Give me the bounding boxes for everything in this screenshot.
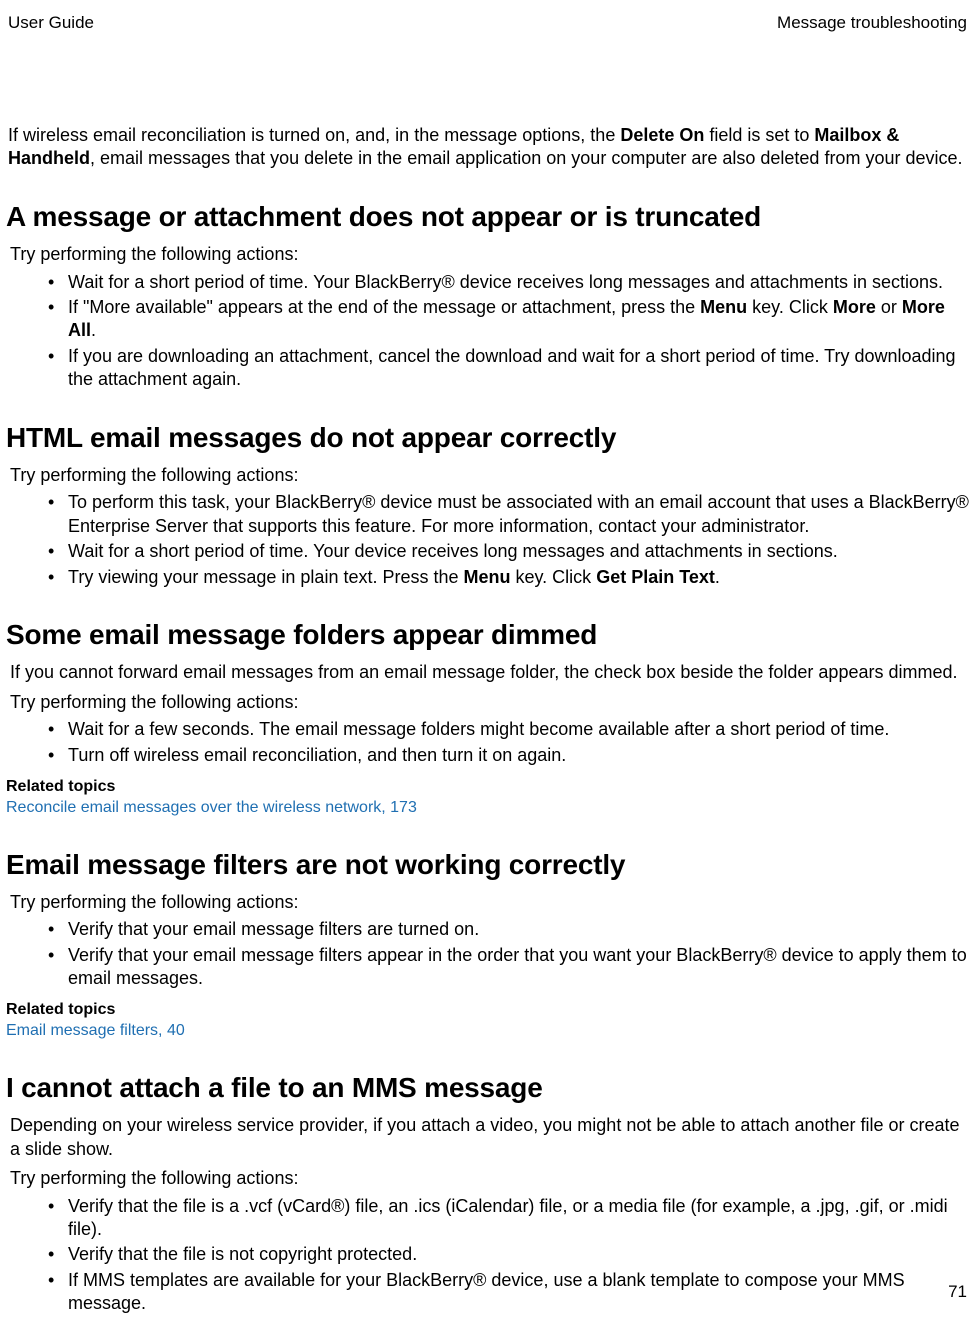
bold-menu: Menu bbox=[464, 567, 511, 587]
bullet-text: Verify that the file is not copyright pr… bbox=[68, 1244, 417, 1264]
intro-bold-delete-on: Delete On bbox=[620, 125, 704, 145]
bold-menu: Menu bbox=[700, 297, 747, 317]
header-left: User Guide bbox=[8, 12, 94, 34]
bullet-text: Verify that your email message filters a… bbox=[68, 919, 479, 939]
section-lead: Try performing the following actions: bbox=[10, 243, 971, 266]
bullet-text: Try viewing your message in plain text. … bbox=[68, 567, 464, 587]
intro-text: field is set to bbox=[704, 125, 814, 145]
bullet-text: If "More available" appears at the end o… bbox=[68, 297, 700, 317]
related-topics-heading: Related topics bbox=[6, 1000, 971, 1021]
bullet-text: . bbox=[91, 320, 96, 340]
list-item: Wait for a short period of time. Your Bl… bbox=[68, 271, 971, 294]
section-title-html-email: HTML email messages do not appear correc… bbox=[4, 420, 971, 456]
list-item: Verify that your email message filters a… bbox=[68, 944, 971, 991]
bullet-text: Verify that your email message filters a… bbox=[68, 945, 967, 988]
bullet-text: Wait for a short period of time. Your de… bbox=[68, 541, 838, 561]
section-paragraph: Depending on your wireless service provi… bbox=[10, 1114, 971, 1161]
section-title-mms-attach: I cannot attach a file to an MMS message bbox=[4, 1070, 971, 1106]
list-item: If "More available" appears at the end o… bbox=[68, 296, 971, 343]
bullet-text: Turn off wireless email reconciliation, … bbox=[68, 745, 566, 765]
section-title-truncated: A message or attachment does not appear … bbox=[4, 199, 971, 235]
bullet-text: . bbox=[715, 567, 720, 587]
section-title-folders-dimmed: Some email message folders appear dimmed bbox=[4, 617, 971, 653]
bullet-text: Verify that the file is a .vcf (vCard®) … bbox=[68, 1196, 948, 1239]
section-lead: Try performing the following actions: bbox=[10, 691, 971, 714]
header-right: Message troubleshooting bbox=[777, 12, 967, 34]
related-topics-heading: Related topics bbox=[6, 777, 971, 798]
bullet-text: key. Click bbox=[511, 567, 597, 587]
list-item: To perform this task, your BlackBerry® d… bbox=[68, 491, 971, 538]
bullet-list: Wait for a short period of time. Your Bl… bbox=[4, 271, 971, 392]
section-paragraph: If you cannot forward email messages fro… bbox=[10, 661, 971, 684]
list-item: Turn off wireless email reconciliation, … bbox=[68, 744, 971, 767]
list-item: If MMS templates are available for your … bbox=[68, 1269, 971, 1316]
bullet-text: Wait for a few seconds. The email messag… bbox=[68, 719, 889, 739]
page-header: User Guide Message troubleshooting bbox=[0, 0, 975, 34]
bullet-text: Wait for a short period of time. Your Bl… bbox=[68, 272, 943, 292]
bold-more: More bbox=[833, 297, 876, 317]
related-link-reconcile[interactable]: Reconcile email messages over the wirele… bbox=[6, 798, 971, 819]
bullet-text: If you are downloading an attachment, ca… bbox=[68, 346, 956, 389]
list-item: Wait for a short period of time. Your de… bbox=[68, 540, 971, 563]
section-lead: Try performing the following actions: bbox=[10, 464, 971, 487]
list-item: Verify that the file is a .vcf (vCard®) … bbox=[68, 1195, 971, 1242]
related-link-filters[interactable]: Email message filters, 40 bbox=[6, 1021, 971, 1042]
bullet-list: Verify that the file is a .vcf (vCard®) … bbox=[4, 1195, 971, 1316]
page-number: 71 bbox=[948, 1281, 967, 1303]
bold-get-plain-text: Get Plain Text bbox=[596, 567, 715, 587]
intro-paragraph: If wireless email reconciliation is turn… bbox=[4, 124, 971, 171]
bullet-text: key. Click bbox=[747, 297, 833, 317]
list-item: Verify that the file is not copyright pr… bbox=[68, 1243, 971, 1266]
section-lead: Try performing the following actions: bbox=[10, 1167, 971, 1190]
list-item: Wait for a few seconds. The email messag… bbox=[68, 718, 971, 741]
intro-text: , email messages that you delete in the … bbox=[90, 148, 962, 168]
list-item: Verify that your email message filters a… bbox=[68, 918, 971, 941]
list-item: Try viewing your message in plain text. … bbox=[68, 566, 971, 589]
page-content: If wireless email reconciliation is turn… bbox=[0, 34, 975, 1315]
section-lead: Try performing the following actions: bbox=[10, 891, 971, 914]
bullet-text: or bbox=[876, 297, 902, 317]
bullet-list: To perform this task, your BlackBerry® d… bbox=[4, 491, 971, 589]
bullet-text: If MMS templates are available for your … bbox=[68, 1270, 905, 1313]
intro-text: If wireless email reconciliation is turn… bbox=[8, 125, 620, 145]
bullet-list: Verify that your email message filters a… bbox=[4, 918, 971, 990]
section-title-filters: Email message filters are not working co… bbox=[4, 847, 971, 883]
bullet-text: To perform this task, your BlackBerry® d… bbox=[68, 492, 969, 535]
bullet-list: Wait for a few seconds. The email messag… bbox=[4, 718, 971, 767]
list-item: If you are downloading an attachment, ca… bbox=[68, 345, 971, 392]
